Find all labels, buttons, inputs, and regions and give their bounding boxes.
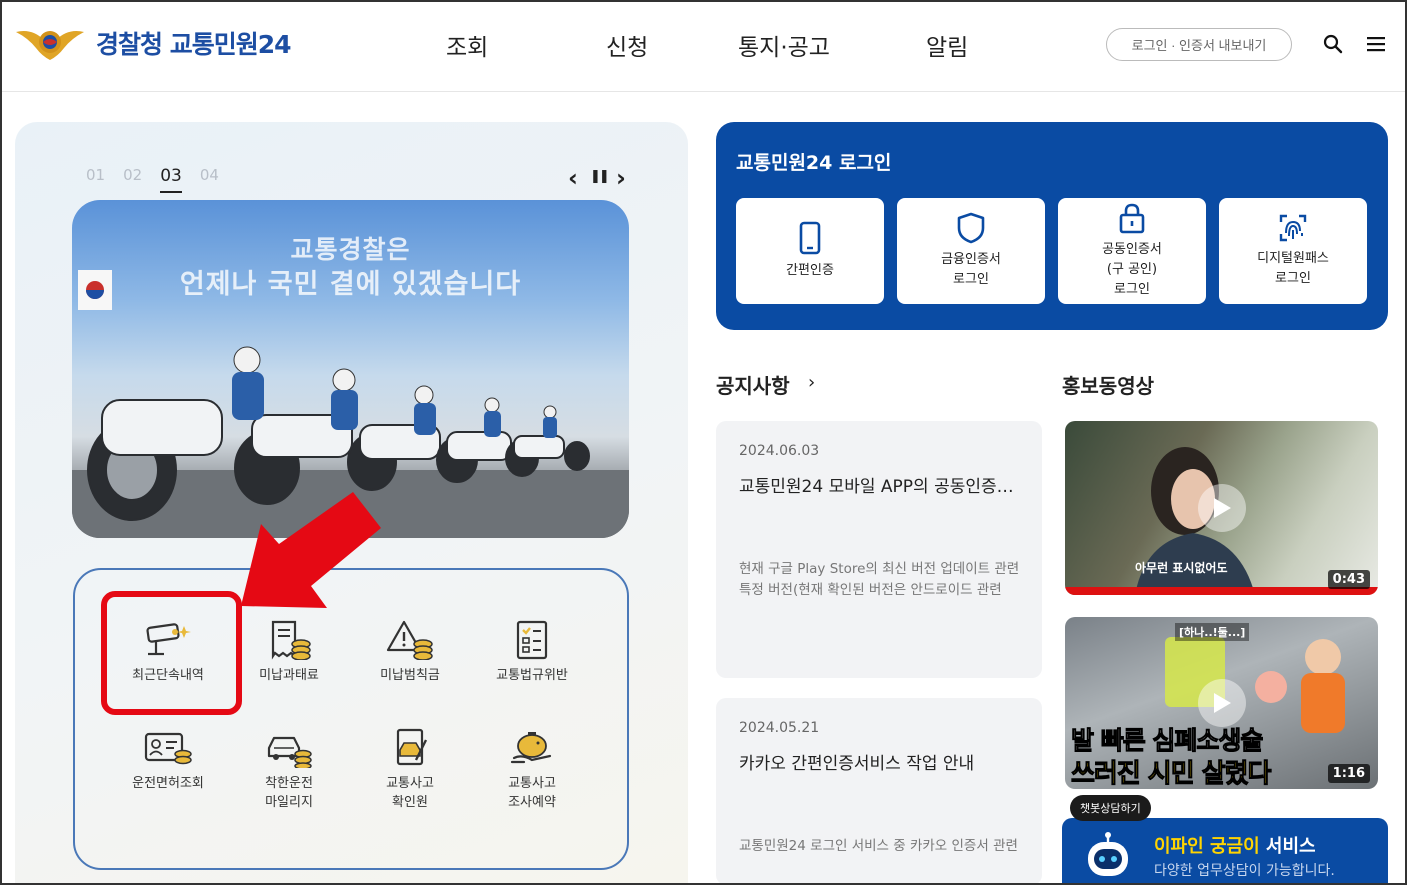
slide-pause-icon[interactable]: ❚❚: [590, 169, 610, 184]
slide-next-icon[interactable]: ›: [616, 164, 626, 192]
service-label: 미납범칙금: [380, 668, 440, 683]
notice-description: 현재 구글 Play Store의 최신 버전 업데이트 관련 특정 버전(현재…: [739, 559, 1024, 601]
login-button-label: 금융인증서 로그인: [941, 252, 1001, 287]
video-caption-line-1: 발 빠른 심폐소생술: [1070, 726, 1263, 756]
notice-date: 2024.05.21: [739, 720, 820, 736]
fingerprint-icon: [1279, 214, 1307, 242]
slide-page-01[interactable]: 01: [86, 166, 105, 193]
notice-date: 2024.06.03: [739, 443, 820, 459]
chatbot-banner[interactable]: 이파인 궁금이 서비스 다양한 업무상담이 가능합니다.: [1062, 818, 1388, 885]
chatbot-title: 이파인 궁금이 서비스: [1154, 832, 1316, 858]
play-icon[interactable]: [1197, 679, 1246, 727]
video-duration: 0:43: [1327, 570, 1370, 589]
main-banner[interactable]: 교통경찰은 언제나 국민 곁에 있겠습니다: [72, 200, 629, 538]
service-label: 착한운전 마일리지: [265, 776, 313, 810]
chatbot-title-highlight: 이파인 궁금이: [1154, 836, 1260, 857]
nav-apply[interactable]: 신청: [606, 28, 648, 62]
service-label: 교통법규위반: [496, 668, 568, 683]
service-unpaid-fine[interactable]: 미납과태료: [229, 620, 349, 685]
chatbot-tooltip: 챗봇상담하기: [1070, 795, 1151, 821]
slide-page-03-active[interactable]: 03: [160, 166, 182, 193]
promo-video-1[interactable]: 아무런 표시없어도 0:43: [1065, 421, 1378, 595]
video-caption-top: [하나..!둘...]: [1175, 623, 1250, 641]
notice-card-1[interactable]: 2024.06.03 교통민원24 모바일 APP의 공동인증서 로그인 관련 …: [716, 421, 1042, 678]
nav-notice-announcement[interactable]: 통지·공고: [738, 28, 830, 62]
nav-lookup[interactable]: 조회: [446, 28, 488, 62]
phone-icon: [799, 221, 821, 255]
login-button-label: 공동인증서 (구 공인) 로그인: [1102, 242, 1162, 297]
red-pointer-arrow-icon: [241, 492, 381, 608]
login-button-label: 디지털원패스 로그인: [1257, 251, 1329, 286]
robot-icon: [1088, 832, 1128, 876]
warning-coins-icon: [386, 620, 433, 660]
service-label: 교통사고 조사예약: [508, 776, 556, 810]
promo-videos-section-title: 홍보동영상: [1062, 374, 1154, 398]
notice-card-2[interactable]: 2024.05.21 카카오 간편인증서비스 작업 안내 교통민원24 로그인 …: [716, 698, 1042, 885]
financial-cert-login-button[interactable]: 금융인증서 로그인: [897, 198, 1045, 304]
slide-pagination: 01 02 03 04: [86, 166, 219, 193]
notice-description: 교통민원24 로그인 서비스 중 카카오 인증서 관련: [739, 836, 1024, 857]
service-traffic-violation[interactable]: 교통법규위반: [472, 620, 592, 685]
service-label: 운전면허조회: [132, 776, 204, 791]
play-icon[interactable]: [1197, 484, 1246, 532]
login-export-cert-button[interactable]: 로그인 · 인증서 내보내기: [1106, 28, 1292, 61]
chatbot-title-rest: 서비스: [1259, 836, 1316, 857]
slide-prev-icon[interactable]: ‹: [568, 164, 578, 192]
notice-desc-line: 현재 구글 Play Store의 최신 버전 업데이트 관련: [739, 561, 1020, 577]
video-caption: 아무런 표시없어도: [1135, 561, 1228, 575]
service-unpaid-penalty[interactable]: 미납범칙금: [350, 620, 470, 685]
login-panel-title: 교통민원24 로그인: [736, 152, 892, 174]
notice-desc-line: 교통민원24 로그인 서비스 중 카카오 인증서 관련: [739, 838, 1018, 854]
highlight-annotation-box: [101, 591, 242, 715]
service-accident-investigation-reservation[interactable]: 교통사고 조사예약: [472, 728, 592, 812]
digital-onepass-login-button[interactable]: 디지털원패스 로그인: [1219, 198, 1367, 304]
joint-cert-login-button[interactable]: 공동인증서 (구 공인) 로그인: [1058, 198, 1206, 304]
notices-section-title[interactable]: 공지사항: [716, 370, 790, 399]
service-accident-certificate[interactable]: 교통사고 확인원: [350, 728, 470, 812]
hamburger-menu-icon[interactable]: [1367, 36, 1385, 52]
piggy-bank-icon: [510, 732, 552, 764]
site-logo[interactable]: 경찰청 교통민원24: [14, 20, 291, 66]
slide-page-02[interactable]: 02: [123, 166, 142, 193]
nav-alerts[interactable]: 알림: [926, 28, 968, 62]
police-emblem-icon: [16, 31, 84, 60]
simple-auth-login-button[interactable]: 간편인증: [736, 198, 884, 304]
login-panel: 교통민원24 로그인 간편인증 금융인증서 로그인 공동인증서 (구 공인) 로…: [716, 122, 1388, 330]
logo-text: 경찰청 교통민원24: [96, 30, 291, 59]
car-coins-icon: [267, 736, 312, 768]
service-good-driving-mileage[interactable]: 착한운전 마일리지: [229, 728, 349, 812]
receipt-coins-icon: [271, 620, 311, 660]
video-caption-line-2: 쓰러진 시민 살렸다: [1070, 759, 1271, 790]
lock-icon: [1119, 203, 1145, 234]
login-button-label: 간편인증: [786, 263, 834, 278]
service-label: 교통사고 확인원: [386, 776, 434, 810]
shield-icon: [957, 212, 985, 244]
promo-video-2[interactable]: [하나..!둘...] 발 빠른 심폐소생술 쓰러진 시민 살렸다 1:16: [1065, 617, 1378, 789]
notice-title: 카카오 간편인증서비스 작업 안내: [739, 754, 975, 774]
notice-desc-line: 특정 버전(현재 확인된 버전은 안드로이드 관련: [739, 582, 1002, 598]
slide-page-04[interactable]: 04: [200, 166, 219, 193]
service-label: 미납과태료: [259, 668, 319, 683]
license-card-icon: [144, 732, 192, 765]
notices-more-arrow-icon[interactable]: ›: [808, 372, 815, 393]
chatbot-subtitle: 다양한 업무상담이 가능합니다.: [1154, 863, 1335, 879]
search-icon[interactable]: [1323, 34, 1343, 54]
police-motorcycles-illustration: [72, 270, 629, 538]
video-duration: 1:16: [1327, 764, 1370, 783]
site-header: 경찰청 교통민원24 조회 신청 통지·공고 알림 로그인 · 인증서 내보내기: [0, 0, 1407, 92]
service-license-lookup[interactable]: 운전면허조회: [108, 728, 228, 793]
accident-doc-icon: [396, 728, 428, 766]
notice-title: 교통민원24 모바일 APP의 공동인증서 로그인 관련 안내: [739, 477, 1024, 497]
checklist-doc-icon: [516, 620, 548, 660]
